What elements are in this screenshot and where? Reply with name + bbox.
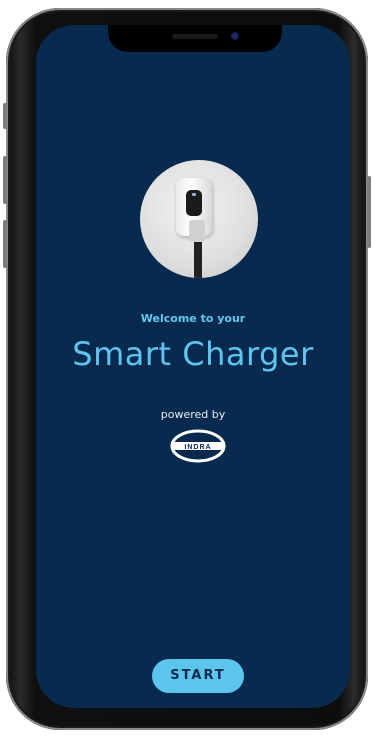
start-button[interactable]: START xyxy=(152,659,244,693)
phone-notch xyxy=(108,25,282,52)
welcome-text: Welcome to your xyxy=(140,312,246,325)
power-button xyxy=(367,176,371,248)
powered-by-text: powered by xyxy=(160,408,226,421)
speaker-grille xyxy=(172,34,218,39)
mute-switch xyxy=(3,103,7,129)
volume-down-button xyxy=(3,220,7,268)
app-screen: Welcome to your Smart Charger powered by… xyxy=(36,25,350,708)
indra-logo-text: INDRA xyxy=(184,444,211,451)
charger-image xyxy=(140,160,258,278)
charger-led xyxy=(192,193,196,196)
app-title: Smart Charger xyxy=(72,335,314,373)
indra-logo-icon: INDRA xyxy=(170,429,226,463)
charger-plug xyxy=(189,220,205,242)
volume-up-button xyxy=(3,156,7,204)
front-camera xyxy=(232,33,238,39)
